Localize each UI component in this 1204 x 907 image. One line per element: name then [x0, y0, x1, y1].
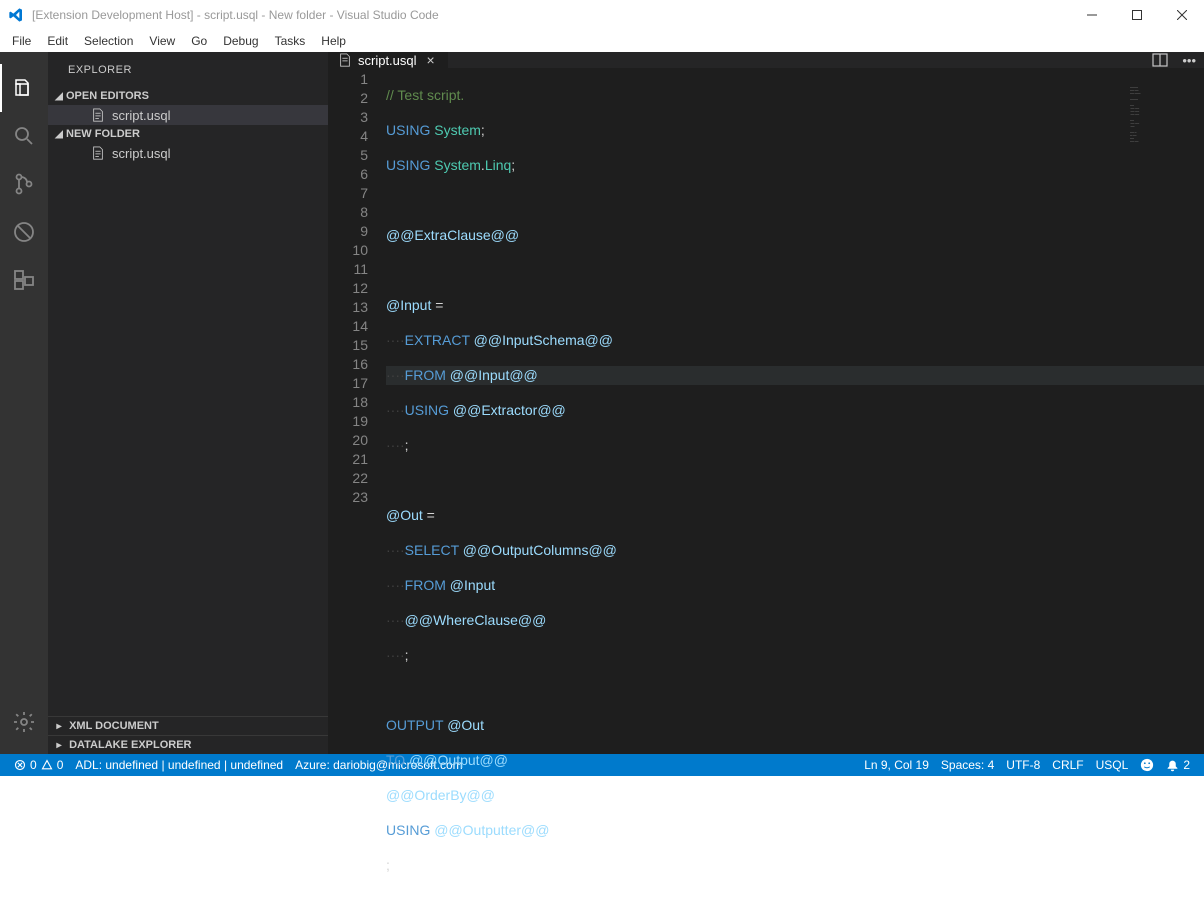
menu-debug[interactable]: Debug	[215, 32, 266, 50]
editor-area: script.usql × ••• 1234567891011121314151…	[328, 52, 1204, 754]
menu-selection[interactable]: Selection	[76, 32, 141, 50]
open-editor-item[interactable]: script.usql	[48, 105, 328, 125]
folder-filename: script.usql	[112, 146, 171, 161]
open-editors-label: OPEN EDITORS	[66, 90, 149, 102]
datalake-explorer-label: DATALAKE EXPLORER	[69, 739, 191, 751]
menu-help[interactable]: Help	[313, 32, 354, 50]
line-numbers: 1234567891011121314151617181920212223	[328, 68, 386, 907]
extensions-icon[interactable]	[0, 256, 48, 304]
menu-edit[interactable]: Edit	[39, 32, 76, 50]
minimize-button[interactable]	[1069, 0, 1114, 30]
code-content[interactable]: // Test script. USING System; USING Syst…	[386, 68, 1204, 907]
problems-status[interactable]: 0 0	[8, 758, 69, 772]
datalake-explorer-header[interactable]: ▸ DATALAKE EXPLORER	[48, 735, 328, 754]
search-icon[interactable]	[0, 112, 48, 160]
folder-label: NEW FOLDER	[66, 128, 140, 140]
sidebar-title: EXPLORER	[48, 52, 328, 87]
xml-document-label: XML DOCUMENT	[69, 720, 159, 732]
xml-document-header[interactable]: ▸ XML DOCUMENT	[48, 716, 328, 735]
minimap[interactable]: ▬▬▬▬▬▬ ▬▬▬▬ ▬▬▬▬▬▬▬▬▬ ▬▬ ▬▬ ▬▬ ▬▬ ▬▬ ▬▬▬…	[1130, 87, 1190, 157]
tab-script[interactable]: script.usql ×	[328, 52, 448, 68]
vscode-logo-icon	[8, 7, 24, 23]
tab-close-icon[interactable]: ×	[427, 52, 435, 68]
file-icon	[338, 53, 352, 67]
activity-bar	[0, 52, 48, 754]
source-control-icon[interactable]	[0, 160, 48, 208]
debug-icon[interactable]	[0, 208, 48, 256]
file-icon	[90, 145, 106, 161]
adl-status[interactable]: ADL: undefined | undefined | undefined	[69, 758, 289, 772]
menu-file[interactable]: File	[4, 32, 39, 50]
menu-bar: File Edit Selection View Go Debug Tasks …	[0, 30, 1204, 52]
title-bar: [Extension Development Host] - script.us…	[0, 0, 1204, 30]
more-actions-icon[interactable]: •••	[1182, 53, 1196, 68]
file-icon	[90, 107, 106, 123]
folder-item[interactable]: script.usql	[48, 143, 328, 163]
code-editor[interactable]: 1234567891011121314151617181920212223 //…	[328, 68, 1204, 907]
explorer-icon[interactable]	[0, 64, 48, 112]
split-editor-icon[interactable]	[1152, 52, 1168, 68]
menu-go[interactable]: Go	[183, 32, 215, 50]
menu-view[interactable]: View	[141, 32, 183, 50]
sidebar: EXPLORER ◢OPEN EDITORS script.usql ◢NEW …	[48, 52, 328, 754]
window-title: [Extension Development Host] - script.us…	[32, 8, 439, 22]
settings-gear-icon[interactable]	[0, 698, 48, 746]
menu-tasks[interactable]: Tasks	[267, 32, 314, 50]
open-editor-filename: script.usql	[112, 108, 171, 123]
close-button[interactable]	[1159, 0, 1204, 30]
tab-label: script.usql	[358, 53, 417, 68]
maximize-button[interactable]	[1114, 0, 1159, 30]
editor-actions: •••	[1144, 52, 1204, 68]
tab-bar: script.usql × •••	[328, 52, 1204, 68]
folder-header[interactable]: ◢NEW FOLDER	[48, 125, 328, 143]
open-editors-header[interactable]: ◢OPEN EDITORS	[48, 87, 328, 105]
